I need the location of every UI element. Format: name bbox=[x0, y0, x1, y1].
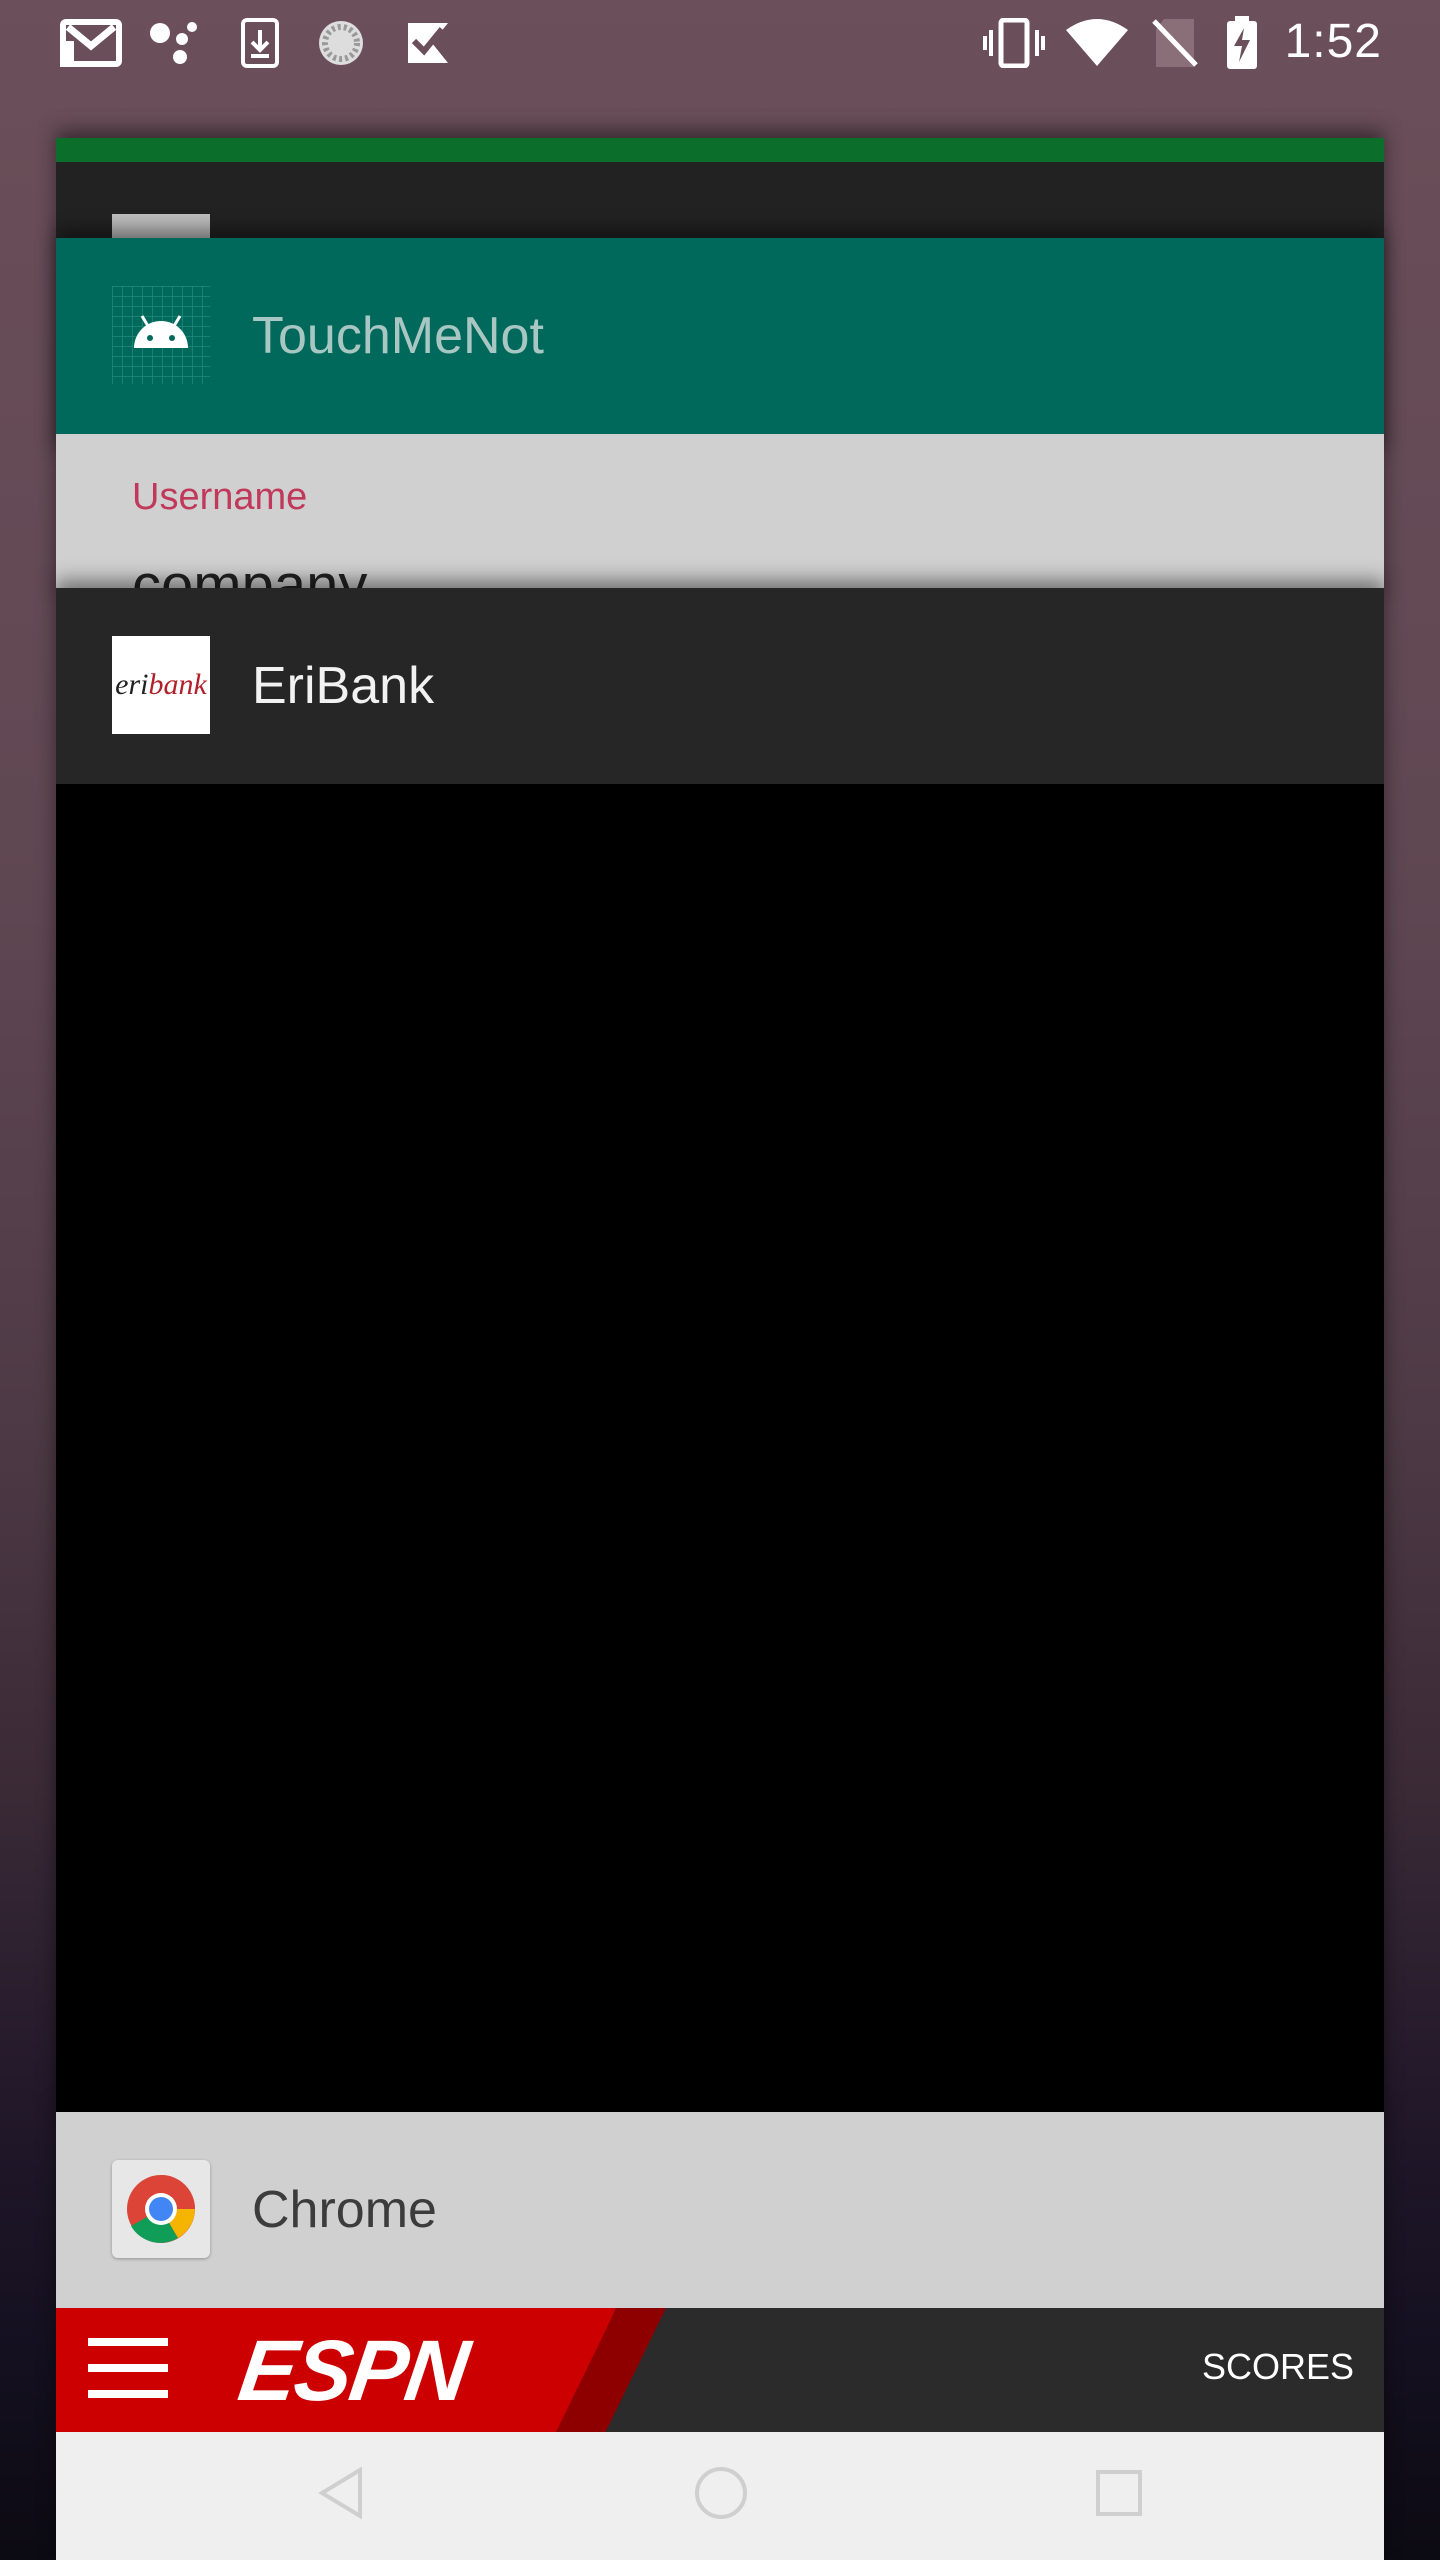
scores-link[interactable]: SCORES bbox=[1202, 2346, 1354, 2388]
app-title: EriBank bbox=[252, 657, 435, 715]
recent-app-card-eribank[interactable]: eri bank EriBank bbox=[56, 588, 1384, 2118]
chrome-icon bbox=[112, 2160, 210, 2258]
recent-app-card-touchmenot[interactable]: TouchMeNot Username company bbox=[56, 238, 1384, 598]
battery-charging-icon bbox=[1222, 16, 1262, 69]
card-header[interactable]: eri bank EriBank bbox=[56, 588, 1384, 784]
app-title: TouchMeNot bbox=[252, 307, 544, 365]
card-accent-stripe bbox=[56, 138, 1384, 162]
no-sim-icon bbox=[1148, 18, 1202, 68]
username-label: Username bbox=[132, 476, 308, 518]
back-triangle-icon bbox=[306, 2458, 376, 2528]
loading-icon bbox=[314, 18, 368, 68]
eribank-logo-icon: eri bank bbox=[112, 636, 210, 734]
clock: 1:52 bbox=[1284, 15, 1382, 68]
assistant-icon bbox=[146, 18, 206, 68]
wifi-icon bbox=[1062, 18, 1132, 68]
preview-navigation-bar bbox=[56, 2432, 1384, 2560]
recents-square-icon bbox=[1084, 2458, 1154, 2528]
gmail-icon bbox=[58, 18, 124, 68]
recent-app-card-chrome[interactable]: Chrome ESPN SCORES bbox=[56, 2112, 1384, 2560]
status-bar: 1:52 bbox=[0, 0, 1440, 84]
home-circle-icon bbox=[686, 2458, 756, 2528]
card-header[interactable]: TouchMeNot bbox=[56, 238, 1384, 434]
check-flag-icon bbox=[402, 18, 454, 68]
espn-header: ESPN SCORES bbox=[56, 2308, 1384, 2432]
hamburger-menu-icon[interactable] bbox=[88, 2338, 168, 2402]
download-icon bbox=[238, 18, 282, 68]
app-title: Chrome bbox=[252, 2181, 437, 2239]
espn-logo: ESPN bbox=[233, 2323, 473, 2419]
card-header[interactable]: Chrome bbox=[56, 2112, 1384, 2308]
android-icon bbox=[112, 286, 210, 384]
vibrate-icon bbox=[982, 18, 1046, 68]
